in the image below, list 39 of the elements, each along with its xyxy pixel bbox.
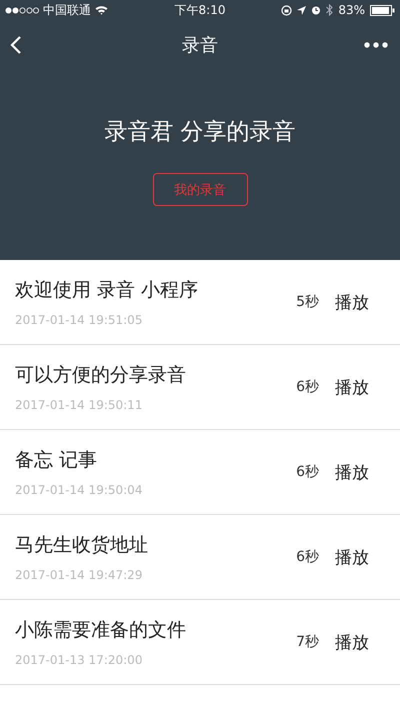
status-time: 下午8:10 [174, 2, 226, 18]
share-heading: 录音君 分享的录音 [104, 118, 296, 147]
bluetooth-icon [326, 4, 334, 16]
recording-time: 2017-01-14 19:50:04 [15, 483, 144, 497]
play-button[interactable]: 播放 [335, 546, 369, 568]
play-button[interactable]: 播放 [335, 290, 369, 314]
recording-item[interactable]: 小陈需要准备的文件 2017-01-13 17:20:00 7秒 播放 [0, 600, 400, 685]
recording-time: 2017-01-14 19:50:11 [15, 398, 144, 412]
carrier-name: 中国联通 [43, 2, 91, 18]
more-icon [364, 42, 388, 48]
recording-title: 马先生收货地址 [15, 533, 149, 558]
location-icon [297, 6, 306, 14]
recording-title: 欢迎使用 录音 小程序 [15, 278, 200, 303]
recording-title: 可以方便的分享录音 [15, 363, 187, 388]
recording-duration: 6秒 [296, 463, 319, 481]
play-button[interactable]: 播放 [335, 630, 369, 654]
play-button[interactable]: 播放 [335, 460, 369, 484]
wifi-icon [95, 5, 108, 15]
recording-time: 2017-01-14 19:47:29 [15, 568, 144, 582]
alarm-icon [311, 5, 322, 15]
page-title: 录音 [182, 34, 218, 57]
recording-item[interactable]: 马先生收货地址 2017-01-14 19:47:29 6秒 播放 [0, 515, 400, 600]
recording-time: 2017-01-14 19:51:05 [15, 313, 144, 327]
battery-icon [370, 4, 395, 16]
recording-title: 备忘 记事 [15, 448, 98, 473]
recording-duration: 5秒 [296, 293, 319, 311]
rotation-lock-icon [281, 4, 292, 16]
recording-duration: 6秒 [296, 378, 319, 396]
recording-item[interactable]: 可以方便的分享录音 2017-01-14 19:50:11 6秒 播放 [0, 345, 400, 430]
recording-title: 小陈需要准备的文件 [15, 618, 187, 643]
battery-percent: 83% [338, 3, 365, 17]
signal-icon [5, 6, 39, 14]
recording-duration: 6秒 [296, 548, 319, 566]
play-button[interactable]: 播放 [335, 376, 369, 398]
recording-duration: 7秒 [296, 633, 319, 651]
recording-item[interactable]: 备忘 记事 2017-01-14 19:50:04 6秒 播放 [0, 430, 400, 515]
recording-item[interactable]: 欢迎使用 录音 小程序 2017-01-14 19:51:05 5秒 播放 [0, 260, 400, 345]
recording-time: 2017-01-13 17:20:00 [15, 653, 144, 667]
chevron-left-icon [10, 35, 22, 55]
